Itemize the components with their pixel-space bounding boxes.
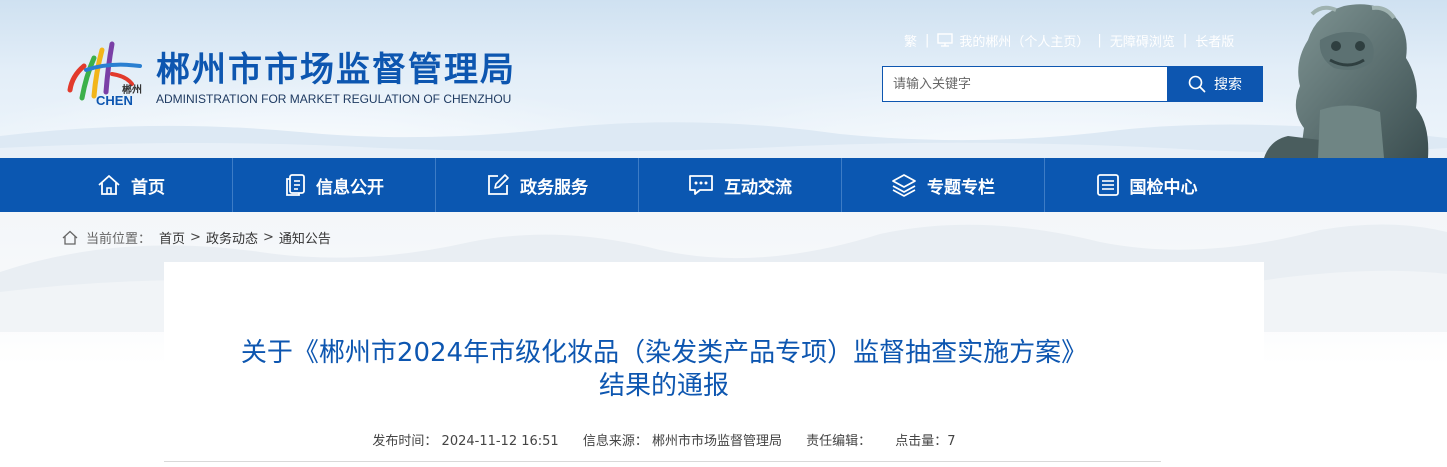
traditional-chinese-link[interactable]: 繁 — [904, 31, 917, 50]
nav-label: 信息公开 — [316, 177, 384, 198]
nav-label: 国检中心 — [1129, 177, 1198, 198]
my-chenzhou-link[interactable]: 我的郴州（个人主页） — [959, 31, 1089, 50]
link-separator: | — [1097, 32, 1102, 48]
breadcrumb-home[interactable]: 首页 — [159, 228, 185, 247]
breadcrumb: 当前位置： 首页 > 政务动态 > 通知公告 — [62, 228, 331, 247]
home-icon — [98, 175, 120, 195]
site-subtitle: ADMINISTRATION FOR MARKET REGULATION OF … — [156, 92, 512, 106]
publish-time: 发布时间： 2024-11-12 16:51 — [372, 434, 559, 449]
nav-item-gov-services[interactable]: 政务服务 — [436, 158, 639, 212]
documents-icon — [286, 174, 305, 196]
breadcrumb-separator: > — [262, 229, 274, 245]
chat-icon — [689, 175, 713, 195]
home-icon — [62, 230, 78, 245]
article-title: 关于《郴州市2024年市级化妆品（染发类产品专项）监督抽查实施方案》 结果的通报 — [164, 337, 1164, 403]
list-icon — [1096, 174, 1119, 196]
main-nav: 首页 信息公开 政务服务 互动交流 专题专栏 国检中心 — [0, 158, 1447, 212]
article-title-line2: 结果的通报 — [598, 371, 729, 401]
nav-label: 专题专栏 — [927, 177, 995, 198]
breadcrumb-label: 当前位置： — [86, 231, 152, 247]
breadcrumb-notices[interactable]: 通知公告 — [279, 228, 331, 247]
nav-label: 互动交流 — [724, 177, 792, 198]
search-icon — [1188, 75, 1206, 93]
elderly-mode-link[interactable]: 长者版 — [1195, 31, 1234, 50]
search-button[interactable]: 搜索 — [1167, 66, 1263, 102]
link-separator: | — [1182, 32, 1188, 48]
site-header: 郴州 CHEN 郴州市市场监督管理局 ADMINISTRATION FOR MA… — [0, 0, 1447, 158]
nav-label: 政务服务 — [520, 177, 588, 198]
site-title: 郴州市市场监督管理局 — [156, 50, 516, 90]
breadcrumb-gov-news[interactable]: 政务动态 — [206, 228, 258, 247]
view-count: 点击量：7 — [895, 434, 956, 449]
layers-icon — [892, 174, 916, 197]
article-meta: 发布时间： 2024-11-12 16:51 信息来源： 郴州市市场监督管理局 … — [164, 430, 1164, 449]
info-source: 信息来源： 郴州市市场监督管理局 — [582, 434, 782, 449]
search-input[interactable] — [882, 66, 1168, 102]
nav-item-home[interactable]: 首页 — [30, 158, 233, 212]
monitor-icon — [937, 33, 954, 47]
search-button-label: 搜索 — [1214, 76, 1242, 92]
article-title-line1: 关于《郴州市2024年市级化妆品（染发类产品专项）监督抽查实施方案》 — [240, 338, 1088, 368]
logo-text-en: CHEN — [96, 93, 133, 106]
link-separator: | — [925, 32, 930, 48]
nav-item-inspection-center[interactable]: 国检中心 — [1045, 158, 1248, 212]
nav-item-info-disclosure[interactable]: 信息公开 — [233, 158, 436, 212]
responsible-editor: 责任编辑： — [806, 434, 872, 449]
stone-lion-image — [1264, 4, 1429, 158]
nav-item-special-topics[interactable]: 专题专栏 — [842, 158, 1045, 212]
logo-icon: 郴州 CHEN — [67, 41, 142, 106]
meta-divider — [164, 461, 1161, 462]
top-links: 繁 | 我的郴州（个人主页） | 无障碍浏览 | 长者版 — [904, 31, 1234, 50]
nav-item-interaction[interactable]: 互动交流 — [639, 158, 842, 212]
accessibility-link[interactable]: 无障碍浏览 — [1110, 31, 1175, 50]
nav-label: 首页 — [131, 177, 165, 198]
edit-icon — [488, 174, 509, 195]
breadcrumb-separator: > — [190, 229, 201, 245]
